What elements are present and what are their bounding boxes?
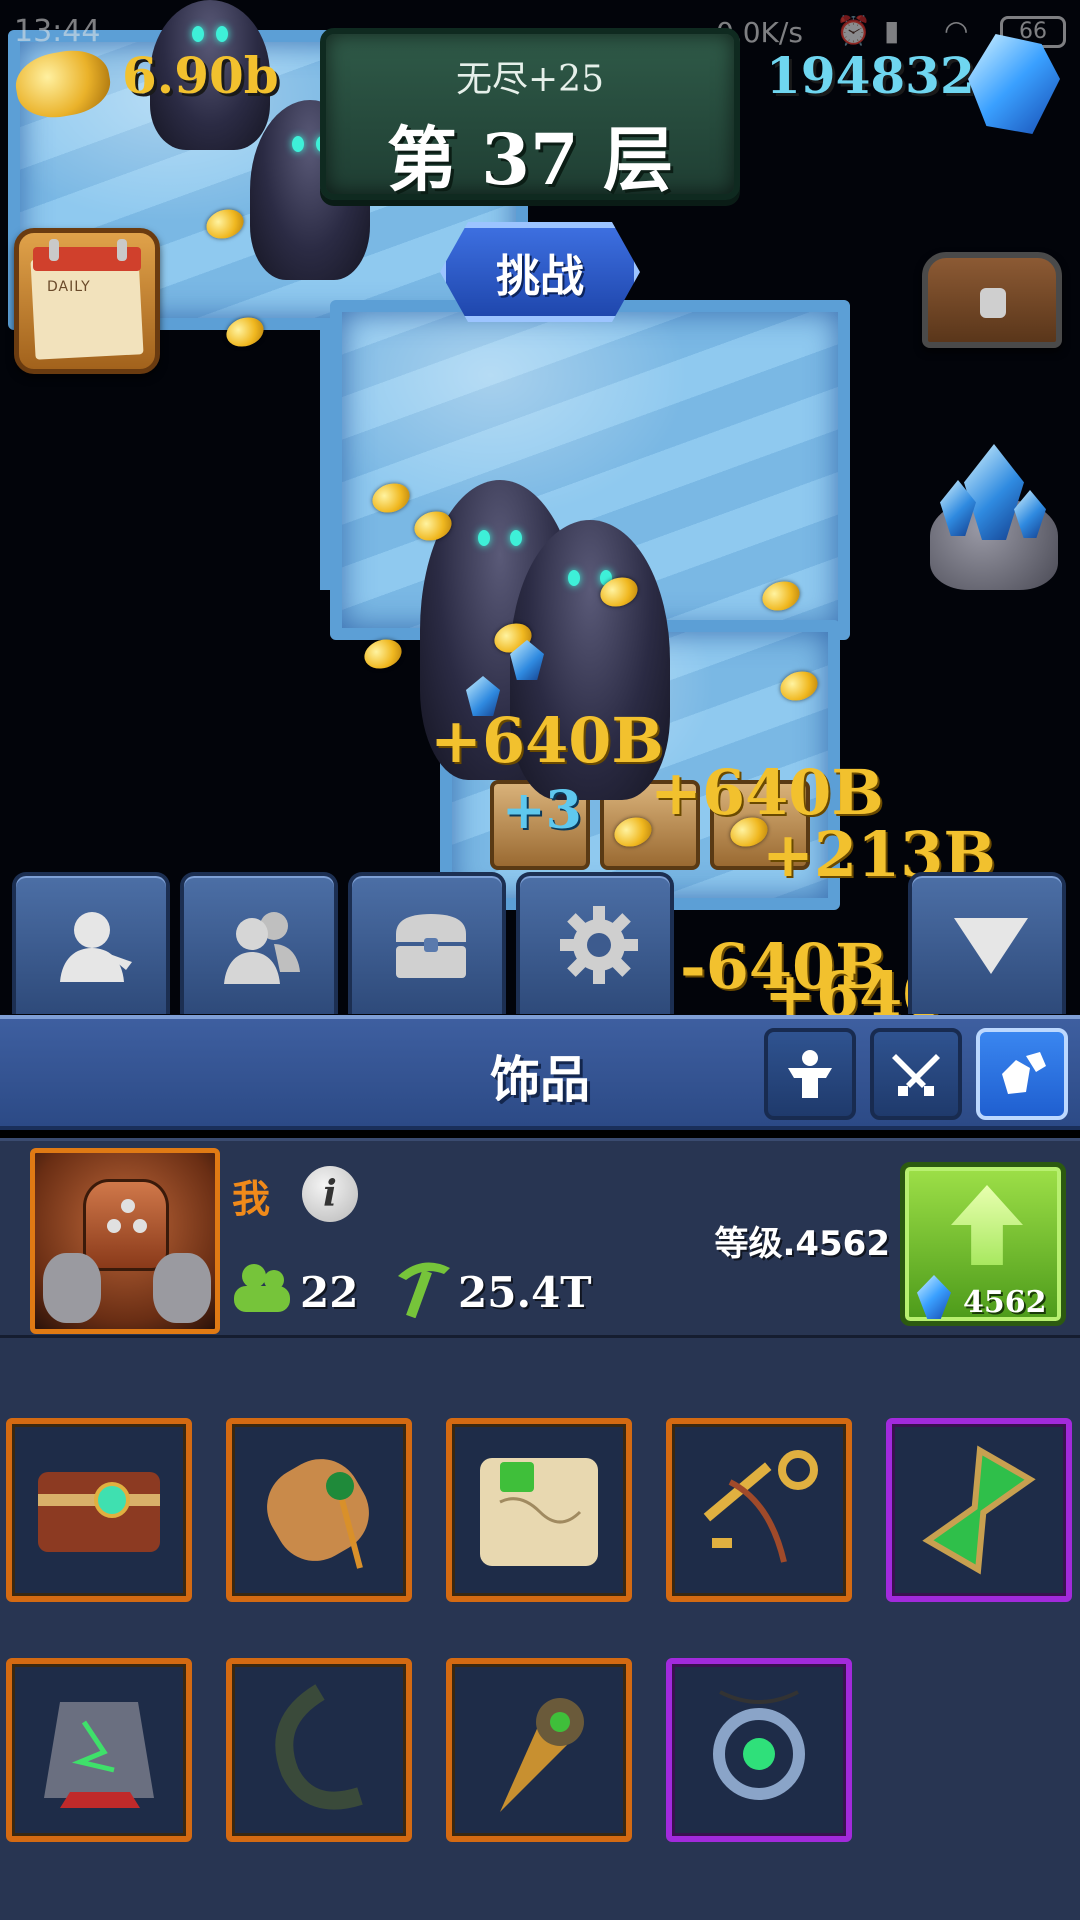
person-icon — [60, 912, 132, 982]
reward-number: +640B — [430, 704, 664, 777]
rune-stone-icon — [44, 1702, 154, 1808]
tab-settings[interactable] — [516, 872, 674, 1014]
triangle-down-icon — [954, 918, 1028, 974]
wifi-icon: ◠ — [944, 14, 969, 47]
game-viewport[interactable]: +640B +3 +640B +213B -640B +640 13:44 0.… — [0, 0, 1080, 1015]
player-name: 我 — [232, 1177, 271, 1221]
horn-icon — [275, 1684, 363, 1810]
inventory-slot[interactable] — [666, 1658, 852, 1842]
hourglass-icon — [922, 1445, 1036, 1575]
inventory-slot[interactable] — [446, 1418, 632, 1602]
ice-wall — [320, 330, 332, 590]
inventory-slot[interactable] — [6, 1658, 192, 1842]
inventory-slot[interactable] — [6, 1418, 192, 1602]
crossed-swords-icon — [892, 1054, 940, 1096]
upgrade-cost: 4562 — [963, 1285, 1047, 1320]
reward-number: +3 — [502, 780, 582, 841]
filter-weapon-button[interactable] — [870, 1028, 962, 1120]
amulet-icon — [713, 1690, 805, 1800]
daily-calendar-icon[interactable]: DAILY — [14, 228, 160, 374]
tab-party[interactable] — [180, 872, 338, 1014]
tab-profile[interactable] — [12, 872, 170, 1014]
inventory-slot[interactable] — [446, 1658, 632, 1842]
gem-icon — [917, 1275, 951, 1319]
crystal-rock-icon[interactable] — [930, 440, 1058, 590]
filter-accessory-button[interactable] — [976, 1028, 1068, 1120]
challenge-button[interactable]: 挑战 — [440, 222, 640, 322]
inventory-slot[interactable] — [666, 1418, 852, 1602]
floor-sign: 无尽+25 第 37 层 — [320, 28, 740, 201]
inventory-slot[interactable] — [226, 1658, 412, 1842]
upgrade-button[interactable]: 4562 — [900, 1162, 1066, 1326]
alarm-icon: ⏰ — [836, 14, 871, 47]
scroll-icon — [267, 1459, 369, 1569]
clock: 13:44 — [14, 14, 101, 49]
tab-chest[interactable] — [348, 872, 506, 1014]
pickaxe-icon — [398, 1262, 450, 1318]
endless-mode-label: 无尽+25 — [456, 59, 604, 100]
level-label: 等级.4562 — [714, 1224, 890, 1264]
signal-icon: ▮ — [884, 14, 900, 47]
gear-icon — [560, 906, 638, 984]
group-icon — [224, 912, 300, 984]
info-icon[interactable]: i — [302, 1166, 358, 1222]
members-count: 22 — [300, 1268, 359, 1317]
gems-icon — [1002, 1052, 1046, 1094]
inventory-slot[interactable] — [226, 1418, 412, 1602]
floor-number: 第 37 层 — [386, 118, 674, 201]
spellbook-icon — [38, 1472, 160, 1552]
members-icon — [234, 1264, 290, 1312]
treasure-chest-icon[interactable] — [922, 252, 1062, 348]
key-icon — [703, 1450, 818, 1563]
avatar[interactable] — [30, 1148, 220, 1334]
inventory-slot[interactable] — [886, 1418, 1072, 1602]
gold-amount: 6.90b — [122, 46, 279, 105]
arrow-up-icon — [951, 1185, 1023, 1265]
tab-collapse[interactable] — [908, 872, 1066, 1014]
filter-strength-button[interactable] — [764, 1028, 856, 1120]
gold-coin — [360, 634, 406, 674]
strength-icon — [788, 1050, 832, 1098]
panel-title: 饰品 — [490, 1051, 590, 1109]
drill-icon — [500, 1698, 584, 1812]
daily-label: DAILY — [47, 279, 91, 295]
mining-power: 25.4T — [458, 1268, 592, 1317]
gem-amount: 194832 — [766, 46, 975, 105]
chest-icon — [396, 914, 466, 978]
treasure-map-icon — [480, 1458, 598, 1566]
